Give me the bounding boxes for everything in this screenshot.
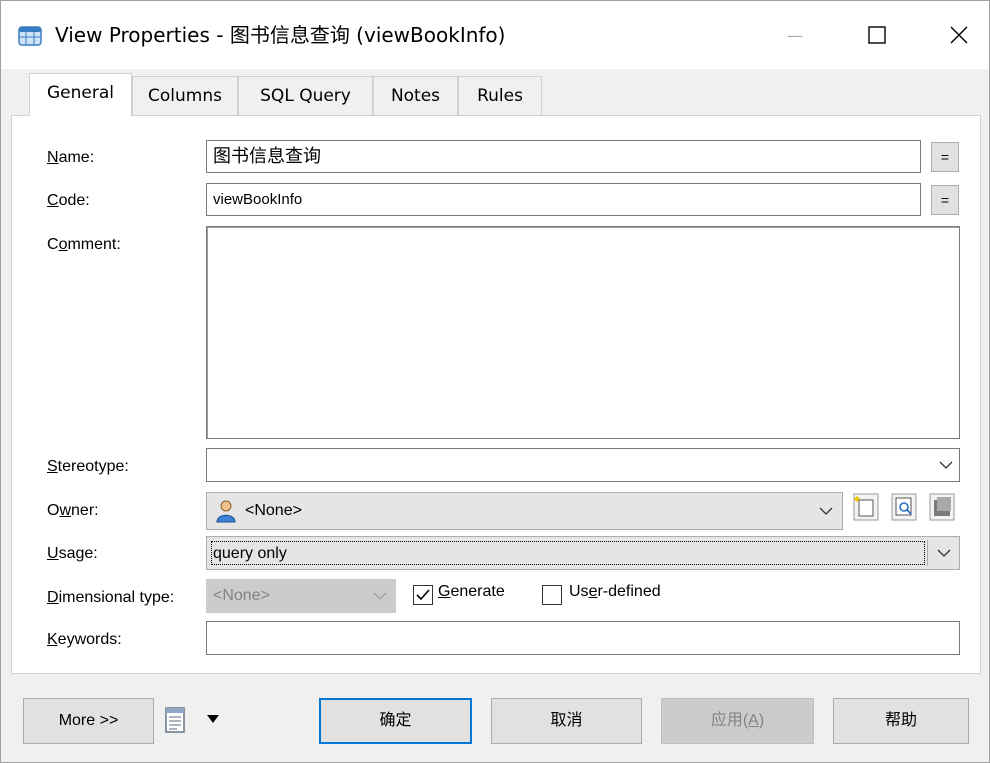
owner-select-button[interactable] (928, 492, 956, 522)
comment-textarea[interactable] (206, 226, 960, 439)
title-bar[interactable]: View Properties - 图书信息查询 (viewBookInfo) … (1, 1, 989, 69)
apply-button[interactable]: 应用(A) (661, 698, 814, 744)
minimize-icon: — (787, 25, 803, 45)
tab-sql-query[interactable]: SQL Query (238, 76, 373, 116)
close-button[interactable] (935, 13, 983, 57)
ok-button[interactable]: 确定 (319, 698, 472, 744)
user-defined-checkbox[interactable] (542, 585, 562, 605)
chevron-down-icon (370, 580, 390, 612)
help-button[interactable]: 帮助 (833, 698, 969, 744)
usage-value: query only (213, 545, 287, 562)
owner-value: <None> (245, 502, 302, 519)
comment-label: Comment: (47, 236, 121, 253)
new-owner-button[interactable] (852, 492, 880, 522)
maximize-icon (868, 26, 886, 44)
tab-general[interactable]: General (29, 73, 132, 116)
caret-down-icon[interactable] (206, 713, 220, 725)
keywords-input[interactable] (206, 621, 960, 655)
dimensional-type-label: Dimensional type: (47, 589, 175, 606)
name-input[interactable]: 图书信息查询 (206, 140, 921, 173)
user-defined-label[interactable]: User-defined (569, 583, 661, 601)
new-document-icon (853, 493, 879, 521)
tab-notes[interactable]: Notes (373, 76, 458, 116)
owner-properties-button[interactable] (890, 492, 918, 522)
table-icon (18, 26, 42, 46)
code-sync-button[interactable]: = (931, 185, 959, 215)
view-properties-dialog: View Properties - 图书信息查询 (viewBookInfo) … (0, 0, 990, 763)
cancel-button[interactable]: 取消 (491, 698, 642, 744)
stereotype-combo[interactable] (206, 448, 960, 482)
window-title: View Properties - 图书信息查询 (viewBookInfo) (55, 23, 506, 47)
dimensional-type-value: <None> (213, 587, 270, 604)
code-label: Code: (47, 192, 90, 209)
maximize-button[interactable] (853, 13, 901, 57)
focus-rectangle (211, 541, 925, 565)
usage-combo[interactable]: query only (206, 536, 960, 570)
tab-columns[interactable]: Columns (132, 76, 238, 116)
chevron-down-icon (934, 537, 954, 569)
name-sync-button[interactable]: = (931, 142, 959, 172)
generate-label[interactable]: Generate (438, 583, 505, 601)
owner-combo[interactable]: <None> (206, 492, 843, 530)
document-list-icon[interactable] (164, 706, 186, 734)
minimize-button[interactable]: — (771, 13, 819, 57)
keywords-label: Keywords: (47, 631, 122, 648)
dimensional-type-combo[interactable]: <None> (206, 579, 396, 613)
code-input[interactable]: viewBookInfo (206, 183, 921, 216)
name-label: Name: (47, 149, 95, 166)
chevron-down-icon (936, 449, 956, 481)
checkmark-icon (416, 589, 430, 601)
more-button[interactable]: More >> (23, 698, 154, 744)
close-icon (950, 26, 968, 44)
generate-checkbox[interactable] (413, 585, 433, 605)
select-object-icon (929, 493, 955, 521)
combo-divider (927, 540, 928, 566)
owner-label: Owner: (47, 502, 99, 519)
tab-rules[interactable]: Rules (458, 76, 542, 116)
stereotype-label: Stereotype: (47, 458, 129, 475)
chevron-down-icon (816, 495, 836, 527)
properties-icon (891, 493, 917, 521)
usage-label: Usage: (47, 545, 98, 562)
user-icon (216, 500, 236, 523)
